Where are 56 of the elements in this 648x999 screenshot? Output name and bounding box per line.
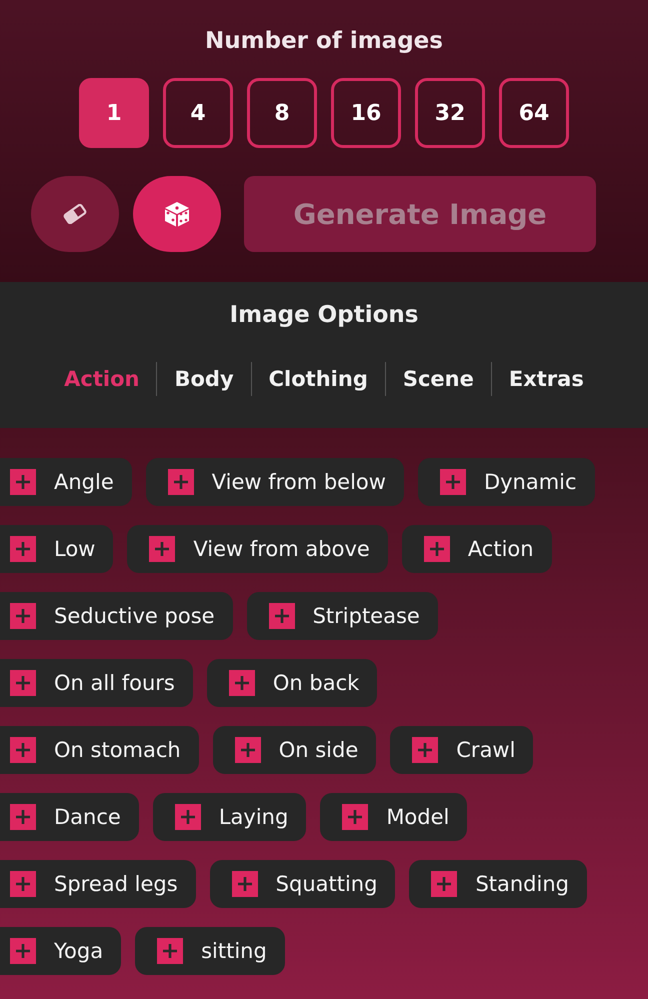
count-option[interactable]: 32 <box>415 78 485 148</box>
tag-chip[interactable]: On all fours <box>0 659 193 707</box>
tag-chip[interactable]: Dance <box>0 793 139 841</box>
tag-chip[interactable]: Striptease <box>246 592 438 640</box>
plus-icon <box>174 804 201 830</box>
plus-icon <box>234 737 261 763</box>
category-tab[interactable]: Body <box>157 367 251 391</box>
tag-chip[interactable]: On side <box>212 726 376 774</box>
section-title: Number of images <box>205 28 443 56</box>
tag-chip[interactable]: Model <box>320 793 468 841</box>
count-option[interactable]: 64 <box>499 78 569 148</box>
tag-chip[interactable]: Seductive pose <box>0 592 233 640</box>
category-tab[interactable]: Clothing <box>252 367 385 391</box>
tag-chip[interactable]: Low <box>0 525 114 573</box>
plus-icon <box>424 536 450 562</box>
tag-chip[interactable]: On stomach <box>0 726 199 774</box>
count-option[interactable]: 16 <box>331 78 401 148</box>
tag-chip[interactable]: Laying <box>152 793 306 841</box>
tag-chip[interactable]: Dynamic <box>418 458 595 506</box>
plus-icon <box>268 603 295 629</box>
plus-icon <box>232 871 258 897</box>
plus-icon <box>440 469 466 495</box>
plus-icon <box>157 938 184 964</box>
plus-icon <box>168 469 194 495</box>
plus-icon <box>10 871 36 897</box>
tag-chip[interactable]: Crawl <box>390 726 534 774</box>
plus-icon <box>10 804 36 830</box>
plus-icon <box>10 469 36 495</box>
plus-icon <box>342 804 368 830</box>
tag-chip[interactable]: Standing <box>409 860 587 908</box>
eraser-icon <box>63 204 87 224</box>
tag-chip[interactable]: View from below <box>146 458 404 506</box>
tag-chip[interactable]: Spread legs <box>0 860 196 908</box>
plus-icon <box>10 938 36 964</box>
tag-chip[interactable]: View from above <box>127 525 388 573</box>
count-option[interactable]: 8 <box>247 78 317 148</box>
count-option[interactable]: 1 <box>79 78 149 148</box>
tag-chip[interactable]: Squatting <box>210 860 396 908</box>
plus-icon <box>10 670 36 696</box>
count-option[interactable]: 4 <box>163 78 233 148</box>
dice-icon <box>164 201 190 227</box>
tag-chip[interactable]: Action <box>402 525 552 573</box>
plus-icon <box>10 603 36 629</box>
plus-icon <box>149 536 176 562</box>
category-tab[interactable]: Extras <box>492 367 601 391</box>
category-tab[interactable]: Scene <box>386 367 491 391</box>
tag-chip[interactable]: On back <box>206 659 378 707</box>
plus-icon <box>10 536 36 562</box>
plus-icon <box>412 737 438 763</box>
plus-icon <box>10 737 36 763</box>
panel-title: Image Options <box>230 302 418 328</box>
plus-icon <box>228 670 255 696</box>
tag-chip[interactable]: Yoga <box>0 927 122 975</box>
plus-icon <box>431 871 458 897</box>
tag-chip[interactable]: sitting <box>135 927 285 975</box>
tag-chip[interactable]: Angle <box>0 458 132 506</box>
